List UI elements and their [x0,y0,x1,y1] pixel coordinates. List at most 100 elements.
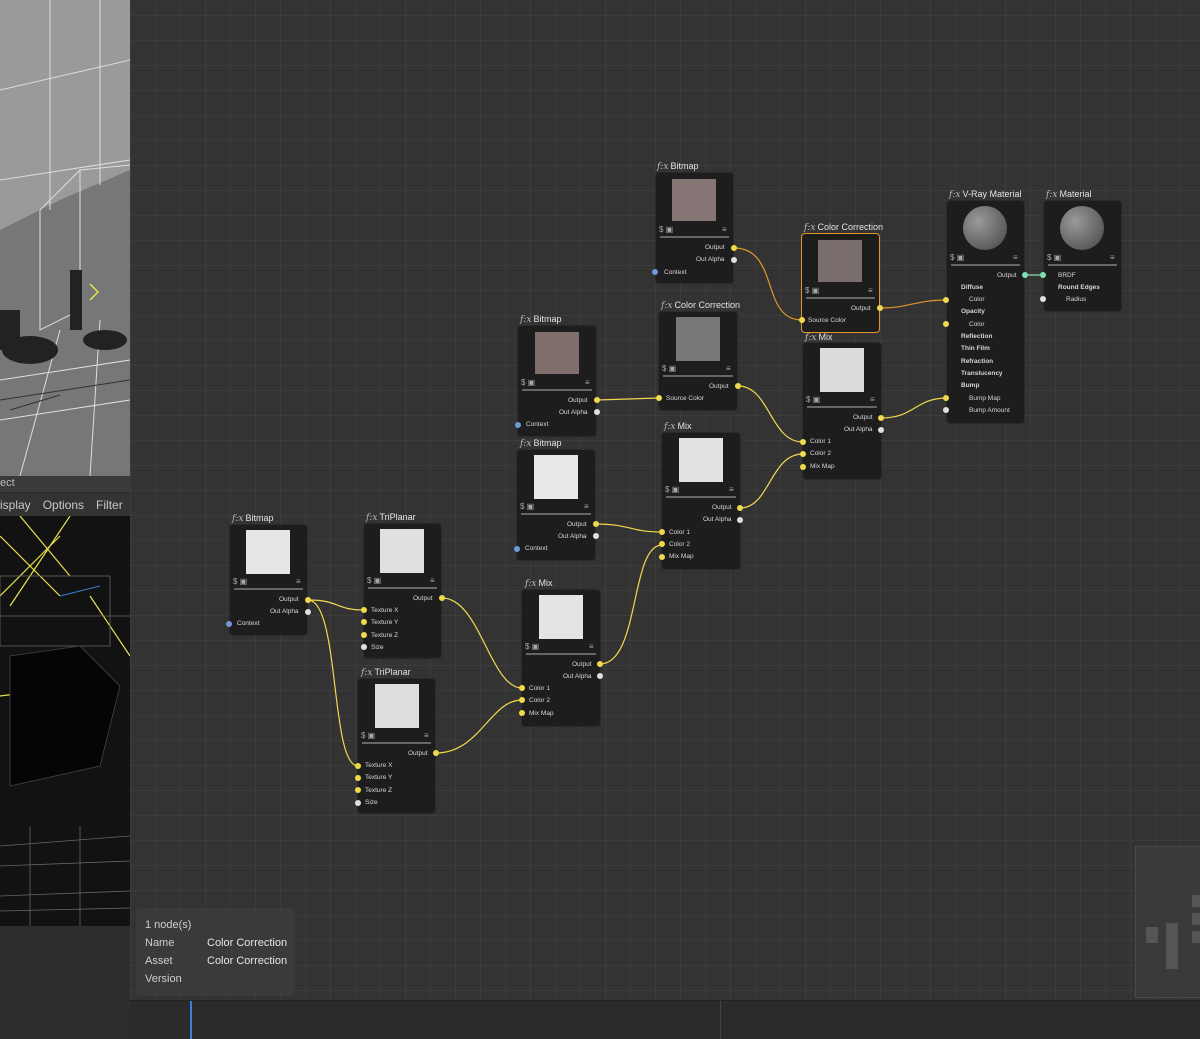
socket-output[interactable] [439,595,445,601]
socket-color-2[interactable] [519,697,525,703]
socket-out-alpha[interactable] [597,673,603,679]
node-triplanar-1[interactable]: $ ▣ ≡ Output Texture X Texture Y Texture… [364,524,441,658]
socket-output[interactable] [594,397,600,403]
node-vray-material[interactable]: $ ▣ ≡ Output Diffuse Color Opacity Color… [947,201,1024,423]
socket-output[interactable] [1022,272,1028,278]
menu-icon[interactable]: ≡ [589,642,594,651]
node-toolbar-icons[interactable]: $ ▣ [662,364,676,373]
socket-color-2[interactable] [800,451,806,457]
socket-context[interactable] [652,269,658,275]
node-toolbar-icons[interactable]: $ ▣ [950,253,964,262]
timeline-marker[interactable] [190,1001,192,1039]
node-toolbar-icons[interactable]: $ ▣ [525,642,539,651]
node-title-bitmap-top: f:x Bitmap [657,161,698,172]
socket-output[interactable] [305,597,311,603]
socket-color-2[interactable] [659,541,665,547]
node-bitmap-mid2[interactable]: $ ▣ ≡ Output Out Alpha Context [517,450,595,560]
menu-icon[interactable]: ≡ [430,576,435,585]
node-toolbar-icons[interactable]: $ ▣ [659,225,673,234]
menu-icon[interactable]: ≡ [1013,253,1018,262]
socket-color-1[interactable] [800,439,806,445]
menu-icon[interactable]: ≡ [722,225,727,234]
fx-icon: f:x [949,190,961,200]
socket-radius[interactable] [1040,296,1046,302]
socket-out-alpha[interactable] [305,609,311,615]
node-bitmap-top[interactable]: $ ▣ ≡ Output Out Alpha Context [656,173,733,283]
minimap-node [1146,927,1158,943]
menu-icon[interactable]: ≡ [584,502,589,511]
socket-texture-x[interactable] [355,763,361,769]
socket-texture-z[interactable] [361,632,367,638]
graph-minimap[interactable] [1135,846,1200,998]
socket-output[interactable] [737,505,743,511]
socket-brdf[interactable] [1040,272,1046,278]
node-color-correction[interactable]: $ ▣ ≡ Output Source Color [659,312,737,410]
socket-output[interactable] [597,661,603,667]
socket-output[interactable] [877,305,883,311]
node-toolbar-icons[interactable]: $ ▣ [367,576,381,585]
socket-context[interactable] [514,546,520,552]
socket-opacity-color[interactable] [943,321,949,327]
node-toolbar-icons[interactable]: $ ▣ [361,731,375,740]
node-triplanar-2[interactable]: $ ▣ ≡ Output Texture X Texture Y Texture… [358,679,435,813]
socket-mix-map[interactable] [800,464,806,470]
menu-icon[interactable]: ≡ [1110,253,1115,262]
node-color-correction-selected[interactable]: $ ▣ ≡ Output Source Color [802,234,879,332]
node-toolbar-icons[interactable]: $ ▣ [806,395,820,404]
node-toolbar-icons[interactable]: $ ▣ [1047,253,1061,262]
socket-diffuse-color[interactable] [943,297,949,303]
node-material[interactable]: $ ▣ ≡ BRDF Round Edges Radius [1044,201,1121,311]
socket-mix-map[interactable] [519,710,525,716]
socket-output[interactable] [878,415,884,421]
node-toolbar-icons[interactable]: $ ▣ [805,286,819,295]
socket-color-1[interactable] [519,685,525,691]
menu-icon[interactable]: ≡ [585,378,590,387]
socket-out-alpha[interactable] [737,517,743,523]
fx-icon: f:x [1046,190,1058,200]
socket-context[interactable] [226,621,232,627]
menu-icon[interactable]: ≡ [868,286,873,295]
node-title-text: Mix [538,578,553,588]
socket-out-alpha[interactable] [594,409,600,415]
port-opacity: Opacity [961,308,985,315]
socket-size[interactable] [361,644,367,650]
socket-output[interactable] [731,245,737,251]
node-toolbar-icons[interactable]: $ ▣ [665,485,679,494]
socket-texture-z[interactable] [355,787,361,793]
menu-icon[interactable]: ≡ [870,395,875,404]
socket-output[interactable] [735,383,741,389]
socket-mix-map[interactable] [659,554,665,560]
socket-color-1[interactable] [659,529,665,535]
info-asset-label: Asset [145,955,173,967]
port-output: Output [853,414,873,421]
socket-context[interactable] [515,422,521,428]
socket-out-alpha[interactable] [878,427,884,433]
node-mix-right[interactable]: $ ▣ ≡ Output Out Alpha Color 1 Color 2 M… [803,343,881,479]
node-bitmap-left[interactable]: $ ▣ ≡ Output Out Alpha Context [230,525,307,635]
minimap-node [1192,931,1200,943]
socket-bump-map[interactable] [943,395,949,401]
menu-icon[interactable]: ≡ [729,485,734,494]
socket-texture-y[interactable] [361,619,367,625]
socket-source-color[interactable] [656,395,662,401]
port-source-color: Source Color [808,317,846,324]
menu-icon[interactable]: ≡ [424,731,429,740]
menu-icon[interactable]: ≡ [296,577,301,586]
node-toolbar-icons[interactable]: $ ▣ [520,502,534,511]
socket-texture-y[interactable] [355,775,361,781]
menu-icon[interactable]: ≡ [726,364,731,373]
node-mix-low[interactable]: $ ▣ ≡ Output Out Alpha Color 1 Color 2 M… [522,590,600,726]
socket-out-alpha[interactable] [593,533,599,539]
fx-icon: f:x [805,333,817,343]
node-toolbar-icons[interactable]: $ ▣ [521,378,535,387]
node-toolbar-icons[interactable]: $ ▣ [233,577,247,586]
socket-bump-amount[interactable] [943,407,949,413]
socket-output[interactable] [593,521,599,527]
socket-size[interactable] [355,800,361,806]
socket-source-color[interactable] [799,317,805,323]
socket-out-alpha[interactable] [731,257,737,263]
node-bitmap-mid[interactable]: $ ▣ ≡ Output Out Alpha Context [518,326,596,436]
socket-texture-x[interactable] [361,607,367,613]
node-mix-mid[interactable]: $ ▣ ≡ Output Out Alpha Color 1 Color 2 M… [662,433,740,569]
socket-output[interactable] [433,750,439,756]
